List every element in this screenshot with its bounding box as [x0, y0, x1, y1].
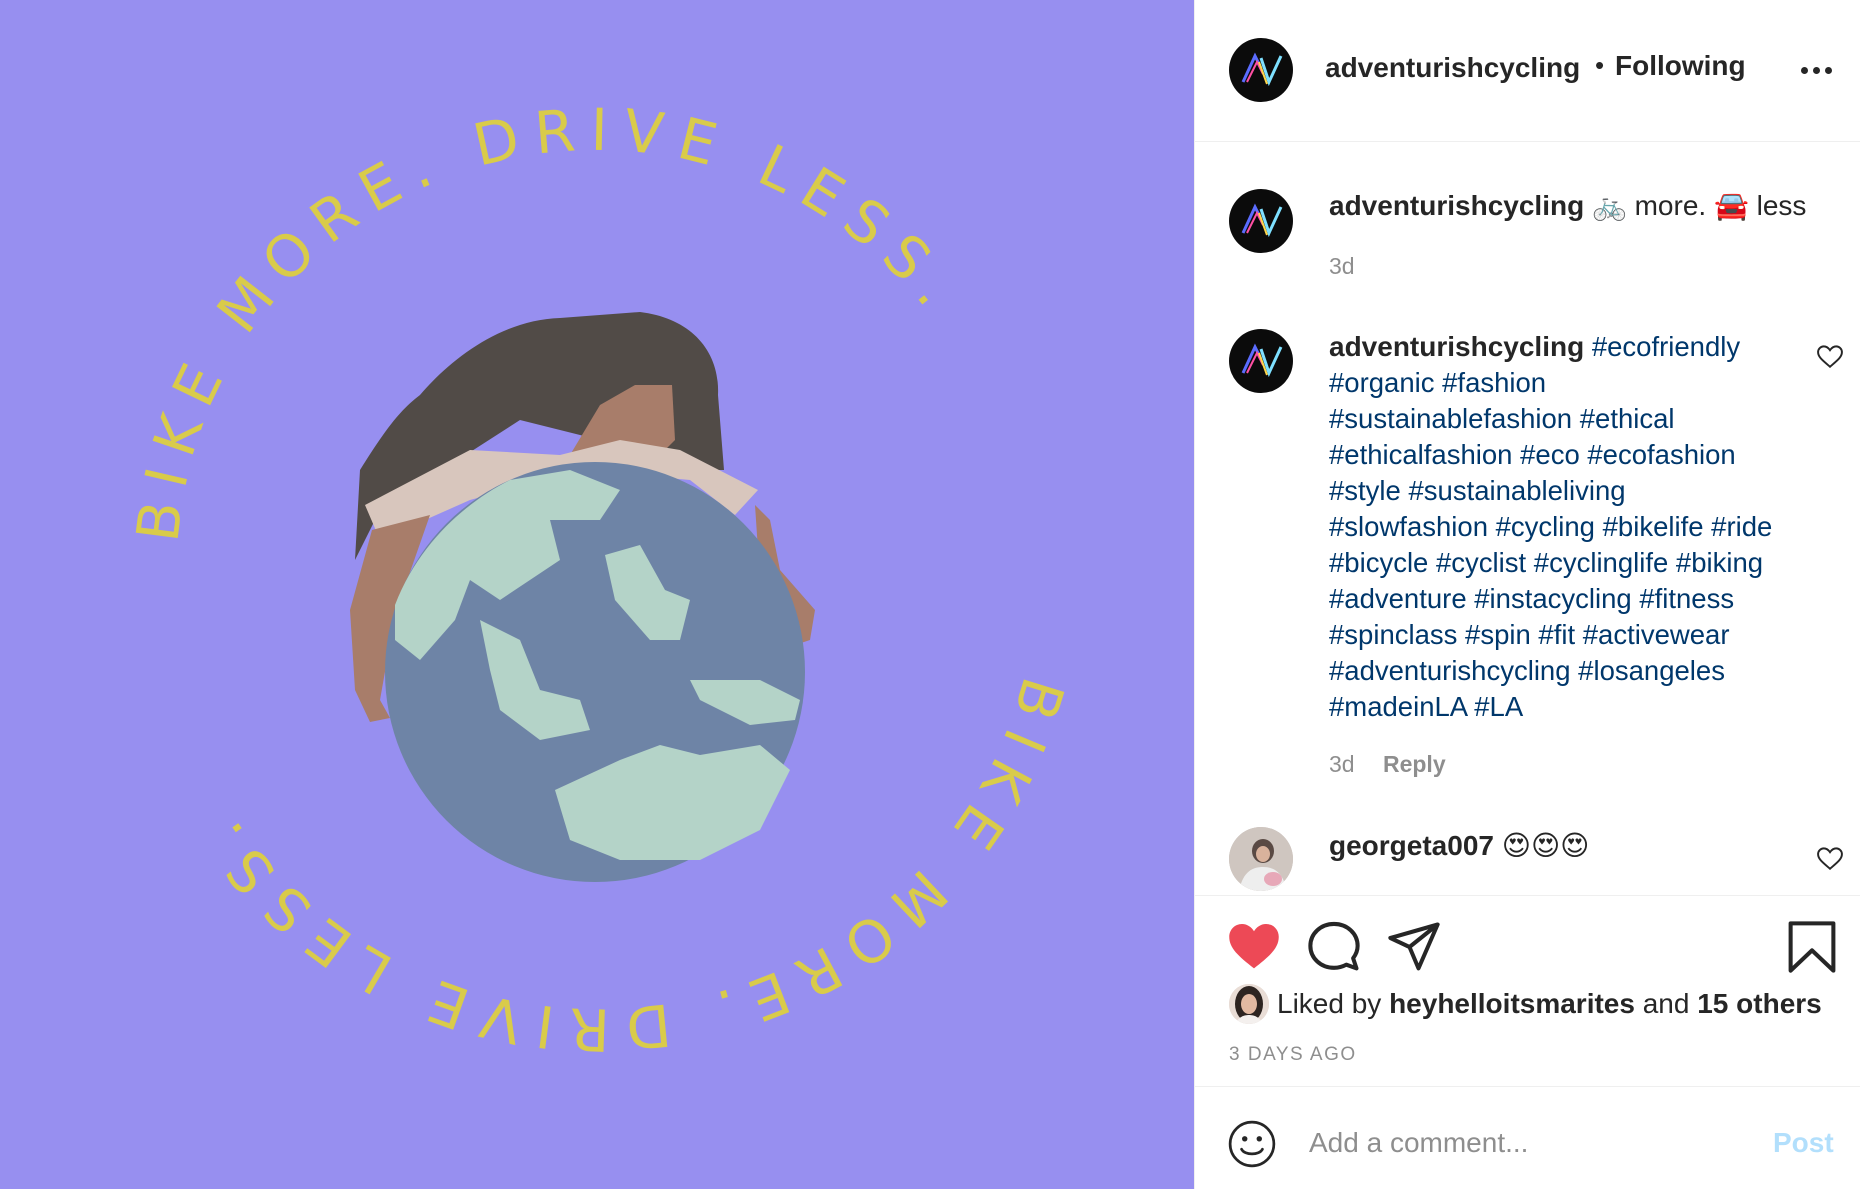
liked-by-text: Liked by heyhelloitsmarites and 15 other… — [1277, 988, 1822, 1020]
comment-avatar[interactable] — [1229, 329, 1293, 393]
author-username[interactable]: adventurishcycling — [1325, 52, 1580, 84]
caption-avatar[interactable] — [1229, 189, 1293, 253]
person-photo-icon — [1229, 827, 1293, 891]
comment-username[interactable]: adventurishcycling — [1329, 331, 1584, 362]
comments-list[interactable]: adventurishcycling 🚲 more. 🚘 less 3d adv… — [1195, 143, 1860, 895]
comment-time[interactable]: 3d — [1329, 751, 1355, 777]
person-photo-icon — [1229, 984, 1269, 1024]
commenter-username[interactable]: georgeta007 — [1329, 830, 1494, 861]
post-sidebar: adventurishcycling • Following adventuri… — [1194, 0, 1860, 1189]
post-illustration: BIKE MORE. DRIVE LESS. BIKE MORE. DRIVE … — [123, 95, 1063, 1063]
reply-button[interactable]: Reply — [1383, 751, 1446, 777]
save-bookmark-icon[interactable] — [1785, 920, 1839, 974]
share-paper-plane-icon[interactable] — [1387, 920, 1441, 974]
comment-bubble-icon[interactable] — [1307, 920, 1361, 974]
liker-avatar[interactable] — [1229, 984, 1269, 1024]
following-button[interactable]: Following — [1615, 50, 1746, 82]
caption-text: 🚲 more. 🚘 less — [1591, 190, 1807, 221]
others-link[interactable]: 15 others — [1697, 988, 1822, 1019]
like-heart-icon[interactable] — [1227, 920, 1281, 974]
av-logo-icon — [1241, 343, 1283, 378]
globe-illustration — [385, 462, 805, 882]
comment-meta: 3d Reply — [1329, 751, 1446, 778]
post-header: adventurishcycling • Following — [1195, 0, 1860, 142]
commenter-avatar[interactable] — [1229, 827, 1293, 891]
comment-like-heart-icon[interactable] — [1817, 345, 1843, 369]
comment-like-heart-icon[interactable] — [1817, 847, 1843, 871]
hashtag-comment: adventurishcycling #ecofriendly #organic… — [1329, 329, 1789, 725]
liked-by-and: and — [1642, 988, 1690, 1019]
liked-by-prefix: Liked by — [1277, 988, 1382, 1019]
add-comment-input[interactable] — [1309, 1121, 1749, 1165]
hashtag-list[interactable]: #ecofriendly #organic #fashion #sustaina… — [1329, 331, 1772, 722]
action-bar: Liked by heyhelloitsmarites and 15 other… — [1195, 895, 1860, 1085]
emoji-smiley-icon[interactable] — [1227, 1119, 1277, 1169]
add-comment-bar: Post — [1195, 1086, 1860, 1189]
post-comment-button[interactable]: Post — [1773, 1127, 1834, 1159]
post-image[interactable]: BIKE MORE. DRIVE LESS. BIKE MORE. DRIVE … — [0, 0, 1194, 1189]
caption: adventurishcycling 🚲 more. 🚘 less — [1329, 189, 1806, 222]
av-logo-icon — [1241, 52, 1283, 87]
more-options-icon[interactable] — [1799, 56, 1835, 82]
post-timestamp[interactable]: 3 DAYS AGO — [1229, 1044, 1357, 1066]
caption-username[interactable]: adventurishcycling — [1329, 190, 1584, 221]
comment-emojis: 😍😍😍 — [1501, 830, 1590, 861]
liker-username[interactable]: heyhelloitsmarites — [1389, 988, 1635, 1019]
author-avatar[interactable] — [1229, 38, 1293, 102]
av-logo-icon — [1241, 203, 1283, 238]
comment-georgeta: georgeta007 😍😍😍 — [1329, 829, 1589, 862]
separator-dot: • — [1595, 50, 1605, 80]
caption-time[interactable]: 3d — [1329, 253, 1355, 280]
